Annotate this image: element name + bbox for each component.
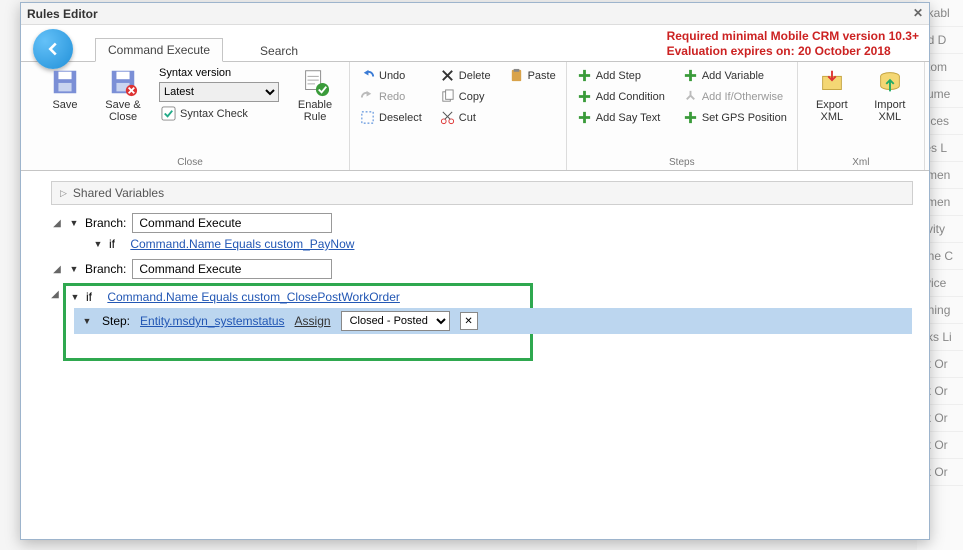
syntax-version-select[interactable]: Latest [159,82,279,102]
redo-button[interactable]: Redo [358,88,424,105]
branch-label: Branch: [85,216,126,230]
branch-name-input[interactable] [132,259,332,279]
branch-icon [683,89,698,104]
plus-icon [683,110,698,125]
tab-command-execute[interactable]: Command Execute [95,38,223,62]
syntax-check-button[interactable]: Syntax Check [159,105,250,122]
expand-toggle[interactable] [93,239,103,249]
rules-editor-window: Rules Editor ✕ Command Execute Search Re… [20,2,930,540]
group-xml-label: Xml [798,157,924,168]
check-icon [161,106,176,121]
save-button[interactable]: Save [39,67,91,152]
step-entity-link[interactable]: Entity.msdyn_systemstatus [140,314,285,328]
close-icon[interactable]: ✕ [913,6,923,21]
undo-icon [360,68,375,83]
add-condition-button[interactable]: Add Condition [575,88,667,105]
step-assign-link[interactable]: Assign [295,314,331,328]
arrow-left-icon [42,38,64,60]
chevron-right-icon: ▷ [60,188,67,199]
plus-icon [577,68,592,83]
cut-button[interactable]: Cut [438,109,493,126]
export-xml-button[interactable]: Export XML [806,67,858,152]
deselect-button[interactable]: Deselect [358,109,424,126]
branch-row-2: ◢ Branch: [51,259,913,279]
paste-icon [509,68,524,83]
condition-link[interactable]: Command.Name Equals custom_ClosePostWork… [107,290,400,304]
expand-toggle[interactable] [69,264,79,274]
if-label: if [86,290,92,304]
clear-value-button[interactable]: ✕ [460,312,478,330]
add-say-text-button[interactable]: Add Say Text [575,109,667,126]
expand-toggle[interactable] [82,316,92,326]
if-row-1[interactable]: if Command.Name Equals custom_PayNow [51,237,913,251]
expand-toggle[interactable] [69,218,79,228]
paste-button[interactable]: Paste [507,67,558,84]
if-row-2[interactable]: if Command.Name Equals custom_ClosePostW… [66,290,530,304]
add-if-otherwise-button[interactable]: Add If/Otherwise [681,88,789,105]
export-xml-icon [817,67,847,97]
shared-variables-panel[interactable]: ▷ Shared Variables [51,181,913,205]
save-close-button[interactable]: Save & Close [97,67,149,152]
warning-line1: Required minimal Mobile CRM version 10.3… [667,29,919,44]
chevron-down-icon[interactable]: ◢ [51,218,63,229]
enable-rule-icon [300,67,330,97]
import-xml-button[interactable]: Import XML [864,67,916,152]
group-close-label: Close [31,157,349,168]
plus-icon [577,89,592,104]
import-xml-icon [875,67,905,97]
if-label: if [109,237,115,251]
warning-line2: Evaluation expires on: 20 October 2018 [667,44,919,59]
add-step-button[interactable]: Add Step [575,67,667,84]
redo-icon [360,89,375,104]
warning-text: Required minimal Mobile CRM version 10.3… [667,29,919,59]
branch-row-1: ◢ Branch: [51,213,913,233]
plus-icon [683,68,698,83]
copy-button[interactable]: Copy [438,88,493,105]
expand-toggle[interactable] [70,292,80,302]
set-gps-button[interactable]: Set GPS Position [681,109,789,126]
plus-icon [577,110,592,125]
step-row[interactable]: Step: Entity.msdyn_systemstatus Assign C… [74,308,912,334]
step-label: Step: [102,314,130,328]
step-value-select[interactable]: Closed - Posted [341,311,450,331]
syntax-version-label: Syntax version [159,67,231,79]
cut-icon [440,110,455,125]
enable-rule-button[interactable]: Enable Rule [289,67,341,152]
delete-button[interactable]: Delete [438,67,493,84]
rules-canvas: ▷ Shared Variables ◢ Branch: if Command.… [21,171,929,371]
highlighted-block: if Command.Name Equals custom_ClosePostW… [63,283,533,361]
titlebar: Rules Editor ✕ [21,3,929,25]
save-icon [50,67,80,97]
condition-link[interactable]: Command.Name Equals custom_PayNow [130,237,354,251]
branch-label: Branch: [85,262,126,276]
save-close-icon [108,67,138,97]
copy-icon [440,89,455,104]
chevron-down-icon[interactable]: ◢ [51,264,63,275]
add-variable-button[interactable]: Add Variable [681,67,789,84]
ribbon: Save Save & Close Syntax version Latest … [21,61,929,171]
branch-name-input[interactable] [132,213,332,233]
tab-search[interactable]: Search [247,39,311,62]
chevron-down-icon[interactable]: ◢ [51,289,59,361]
undo-button[interactable]: Undo [358,67,424,84]
group-steps-label: Steps [567,157,797,168]
window-title: Rules Editor [27,7,98,21]
delete-icon [440,68,455,83]
deselect-icon [360,110,375,125]
